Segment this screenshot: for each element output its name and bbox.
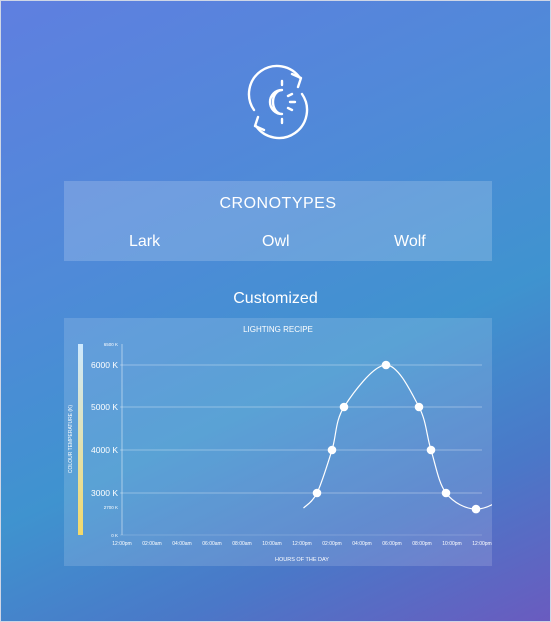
y-tick-label: 4000 K: [91, 445, 118, 455]
x-tick-label: 02:00am: [142, 541, 161, 547]
cronotypes-title: CRONOTYPES: [219, 195, 337, 212]
data-point[interactable]: [426, 445, 436, 455]
y-tick-label: 6500 K: [104, 342, 118, 347]
data-point[interactable]: [414, 402, 424, 412]
series-line: [303, 364, 492, 510]
cronotype-lark[interactable]: Lark: [129, 233, 160, 251]
x-tick-label: 06:00pm: [382, 541, 401, 547]
y-tick-label: 6000 K: [91, 360, 118, 370]
x-tick-label: 04:00am: [172, 541, 191, 547]
x-tick-label: 02:00pm: [322, 541, 341, 547]
data-point[interactable]: [381, 360, 391, 370]
x-tick-label: 08:00am: [232, 541, 251, 547]
x-tick-label: 04:00pm: [352, 541, 371, 547]
data-point[interactable]: [441, 488, 451, 498]
cronotype-wolf[interactable]: Wolf: [394, 233, 426, 251]
lighting-recipe-card: LIGHTING RECIPE 0 K 2700 K 3000 K 4000 K 500…: [64, 318, 492, 566]
data-point[interactable]: [327, 445, 337, 455]
x-tick-label: 10:00pm: [442, 541, 461, 547]
data-point[interactable]: [471, 504, 481, 514]
x-tick-label: 12:00pm: [292, 541, 311, 547]
customized-label[interactable]: Customized: [0, 290, 551, 308]
x-tick-label: 06:00am: [202, 541, 221, 547]
x-axis-label: HOURS OF THE DAY: [275, 557, 329, 563]
x-tick-label: 08:00pm: [412, 541, 431, 547]
x-tick-label: 12:00pm: [112, 541, 131, 547]
x-tick-label: 12:00pm: [472, 541, 491, 547]
y-tick-label: 5000 K: [91, 402, 118, 412]
cronotypes-card: CRONOTYPES Lark Owl Wolf: [64, 181, 492, 261]
colour-temperature-colorbar: [78, 344, 83, 535]
y-tick-label: 0 K: [111, 533, 118, 538]
cronotype-owl[interactable]: Owl: [262, 233, 290, 251]
lighting-recipe-chart: 0 K2700 K3000 K4000 K5000 K6000 K6500 K …: [68, 342, 492, 563]
y-tick-label: 2700 K: [104, 505, 118, 510]
data-point[interactable]: [339, 402, 349, 412]
cycle-light-icon: [247, 64, 309, 140]
y-axis-label: COLOUR TEMPERATURE (K): [68, 405, 74, 473]
x-tick-label: 10:00am: [262, 541, 281, 547]
y-tick-label: 3000 K: [91, 488, 118, 498]
data-point[interactable]: [312, 488, 322, 498]
